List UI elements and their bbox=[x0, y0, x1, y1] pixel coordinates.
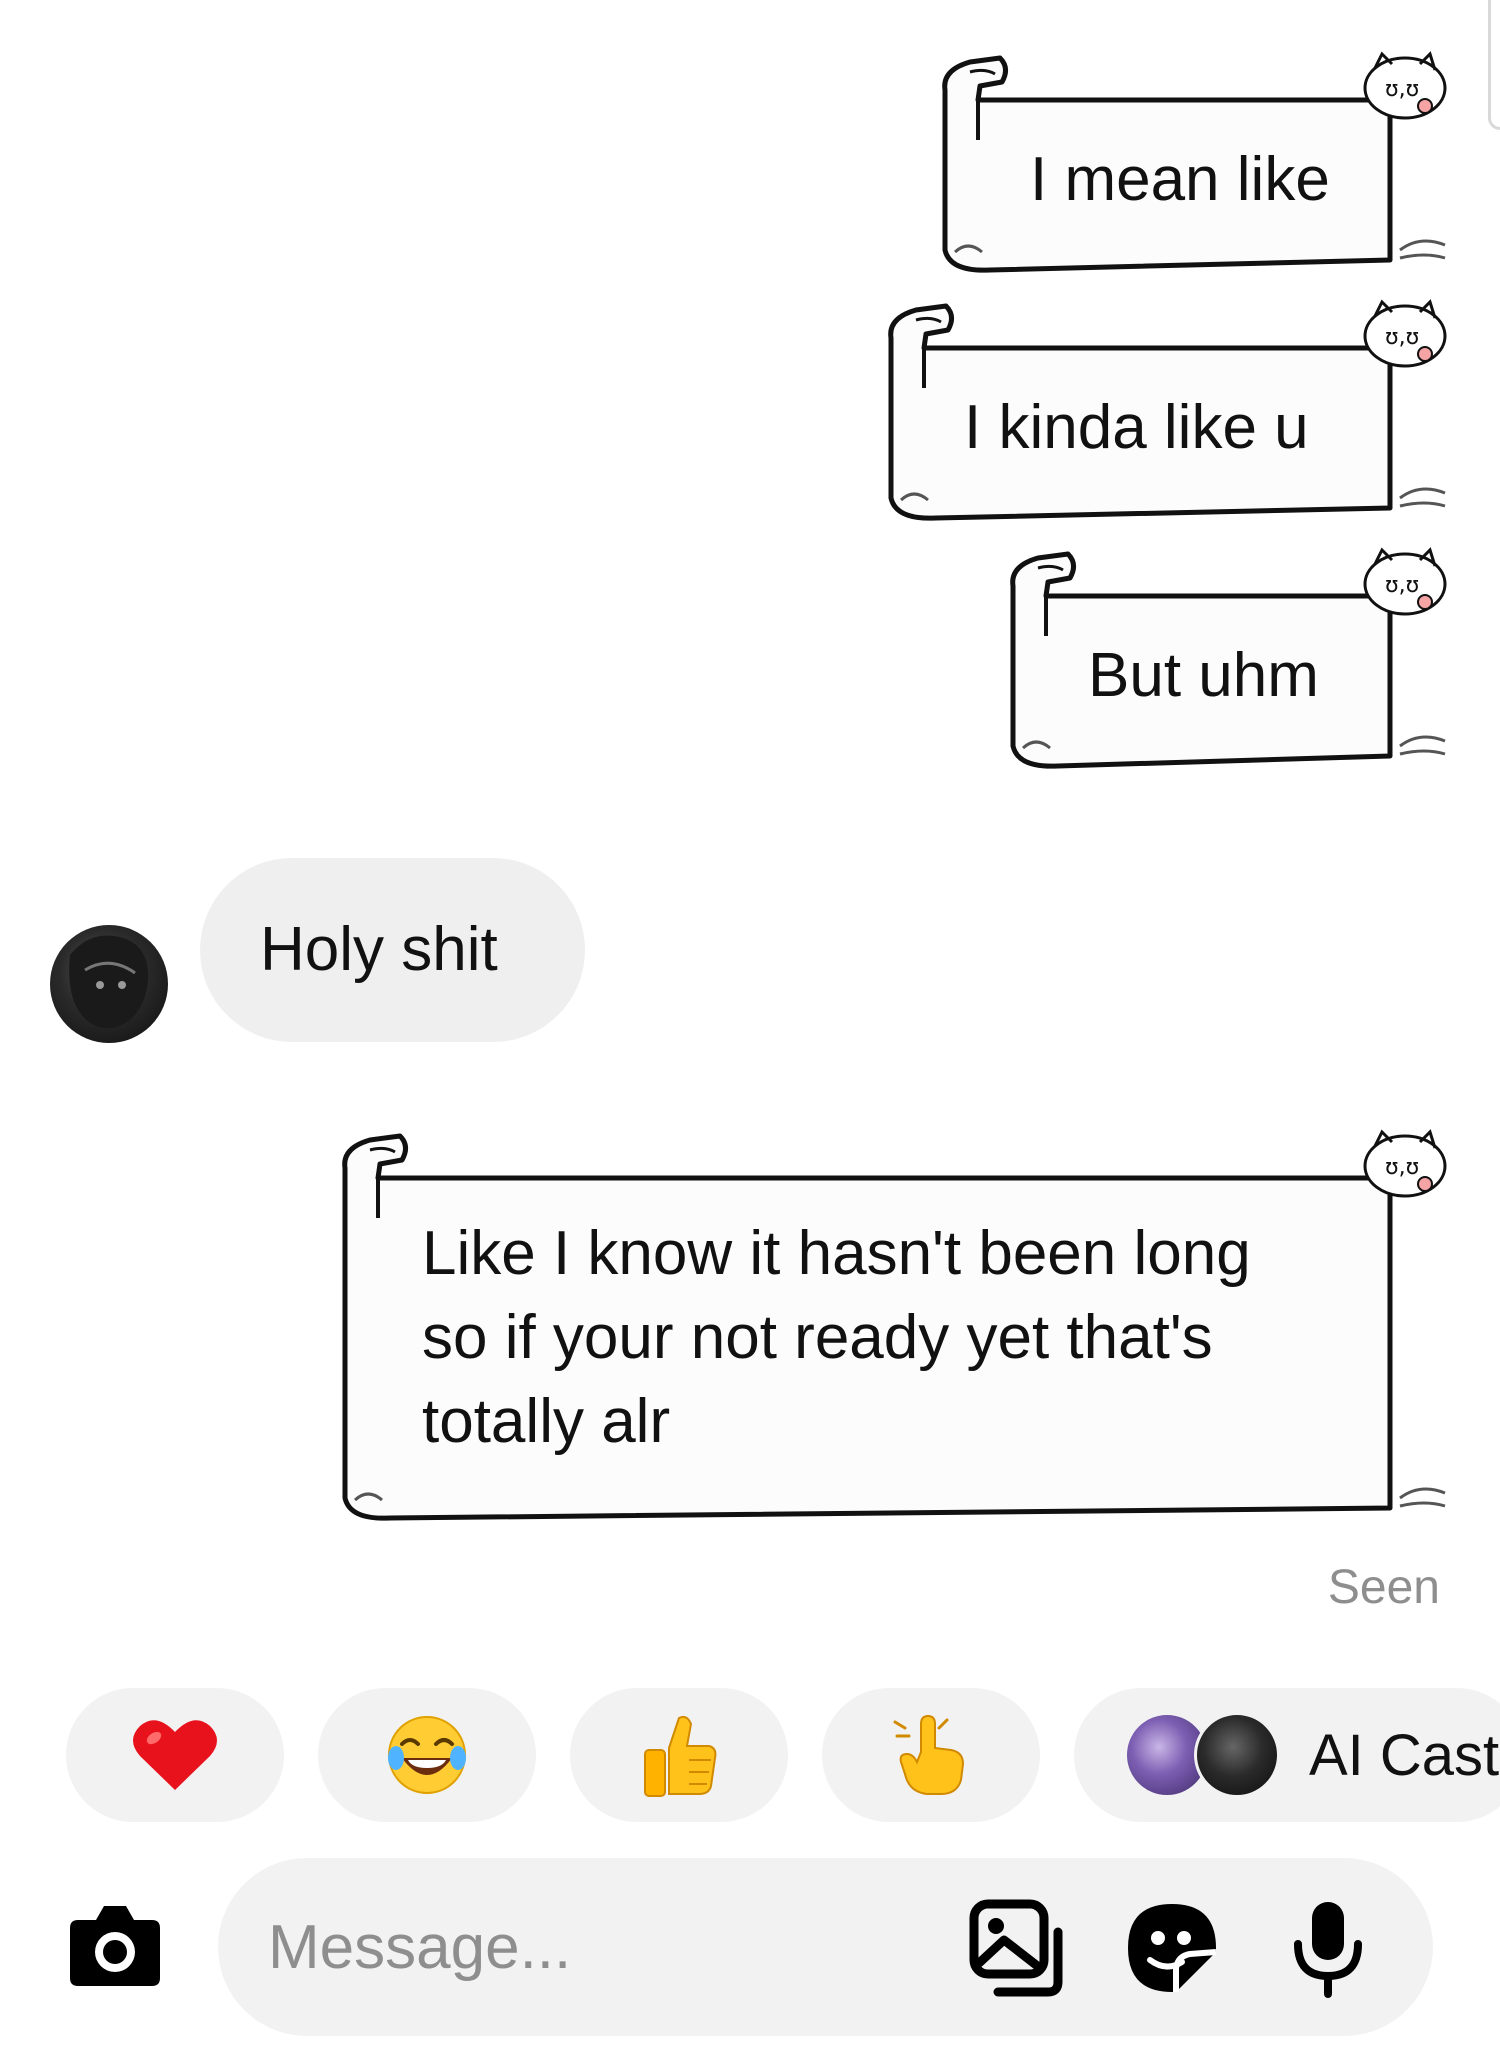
reaction-thumbs-up-button[interactable] bbox=[570, 1688, 788, 1822]
ai-avatar bbox=[1194, 1712, 1280, 1798]
message-text: Like I know it hasn't been long so if yo… bbox=[422, 1219, 1251, 1456]
message-input[interactable]: Message... bbox=[268, 1912, 571, 1984]
laughing-crying-face-icon bbox=[388, 1716, 466, 1794]
contact-avatar[interactable] bbox=[50, 925, 168, 1043]
sent-message-bubble[interactable]: ʊ,ʊ Like I know it hasn't been long so i… bbox=[330, 1118, 1450, 1528]
gallery-icon bbox=[969, 1899, 1063, 1997]
message-text: Holy shit bbox=[260, 915, 498, 984]
thumbs-up-icon bbox=[644, 1715, 717, 1797]
svg-text:ʊ,ʊ: ʊ,ʊ bbox=[1385, 77, 1419, 102]
message-text: I mean like bbox=[1030, 145, 1330, 214]
svg-text:ʊ,ʊ: ʊ,ʊ bbox=[1385, 1155, 1419, 1180]
camera-icon bbox=[70, 1906, 160, 1986]
avatar-image-icon bbox=[69, 935, 149, 1029]
camera-button[interactable] bbox=[68, 1898, 162, 1988]
message-composer[interactable]: Message... bbox=[218, 1858, 1433, 2036]
ai-avatar-group bbox=[1124, 1712, 1289, 1798]
sticker-button[interactable] bbox=[1122, 1898, 1222, 1998]
sent-message-bubble[interactable]: ʊ,ʊ I mean like bbox=[930, 40, 1450, 280]
pointing-up-hand-icon bbox=[893, 1714, 965, 1795]
reaction-heart-button[interactable] bbox=[66, 1688, 284, 1822]
reaction-point-button[interactable] bbox=[822, 1688, 1040, 1822]
sent-message-bubble[interactable]: ʊ,ʊ I kinda like u bbox=[876, 288, 1450, 528]
ai-cast-button[interactable]: AI Cast bbox=[1074, 1688, 1500, 1822]
ai-cast-label: AI Cast bbox=[1309, 1722, 1500, 1788]
microphone-button[interactable] bbox=[1278, 1898, 1378, 1998]
gallery-button[interactable] bbox=[966, 1898, 1066, 1998]
message-text: I kinda like u bbox=[964, 393, 1309, 462]
reaction-laugh-button[interactable] bbox=[318, 1688, 536, 1822]
scrollbar[interactable] bbox=[1488, 0, 1500, 130]
received-message-bubble[interactable]: Holy shit bbox=[200, 858, 585, 1042]
sticker-icon bbox=[1128, 1904, 1217, 1992]
svg-text:ʊ,ʊ: ʊ,ʊ bbox=[1385, 325, 1419, 350]
sent-message-bubble[interactable]: ʊ,ʊ But uhm bbox=[998, 536, 1450, 776]
red-heart-icon bbox=[133, 1720, 217, 1790]
seen-status: Seen bbox=[1327, 1561, 1440, 1614]
message-text: But uhm bbox=[1088, 641, 1319, 710]
chat-screen: ʊ,ʊ I mean like ʊ,ʊ I kinda like u ʊ,ʊ B… bbox=[0, 0, 1500, 2068]
microphone-icon bbox=[1294, 1902, 1362, 1998]
svg-text:ʊ,ʊ: ʊ,ʊ bbox=[1385, 573, 1419, 598]
